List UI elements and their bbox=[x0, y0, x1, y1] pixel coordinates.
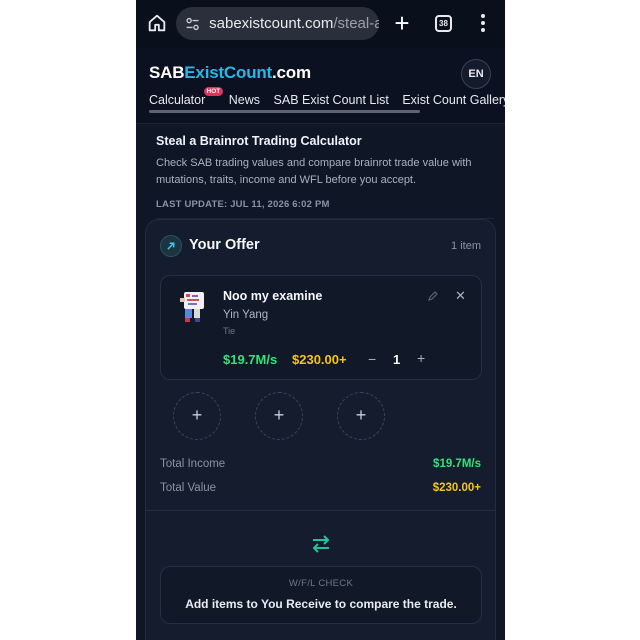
total-income-label: Total Income bbox=[160, 458, 226, 470]
your-offer-panel: Your Offer 1 item Noo my examine Yin Yan… bbox=[145, 219, 496, 640]
main-nav: Calculator HOT News SAB Exist Count List … bbox=[149, 87, 505, 107]
item-trait: Tie bbox=[223, 326, 236, 336]
divider bbox=[146, 510, 495, 511]
page-description: Check SAB trading values and compare bra… bbox=[156, 157, 472, 186]
site-logo[interactable]: SABExistCount.com bbox=[149, 63, 311, 83]
add-item-slot[interactable]: + bbox=[337, 392, 385, 440]
item-mutation: Yin Yang bbox=[223, 309, 269, 321]
logo-text-sab: SAB bbox=[149, 63, 185, 82]
item-income: $19.7M/s bbox=[223, 352, 278, 367]
nav-item-calculator[interactable]: Calculator HOT bbox=[149, 87, 224, 107]
add-item-slot[interactable]: + bbox=[255, 392, 303, 440]
phone-screen: sabexistcount.com/steal-a- + 38 SABExist… bbox=[136, 0, 505, 640]
url-host: sabexistcount.com bbox=[209, 15, 334, 32]
add-item-slot[interactable]: + bbox=[173, 392, 221, 440]
site-settings-icon[interactable] bbox=[184, 15, 201, 33]
item-name: Noo my examine bbox=[223, 289, 323, 303]
wfl-check-title: W/F/L CHECK bbox=[288, 578, 354, 589]
intro-section: Steal a Brainrot Trading Calculator Chec… bbox=[156, 134, 491, 210]
url-path: /steal-a- bbox=[333, 15, 379, 32]
nav-item-exist-count-list[interactable]: SAB Exist Count List bbox=[274, 93, 389, 107]
nav-scrollbar[interactable] bbox=[149, 110, 420, 113]
site-header: SABExistCount.com EN Calculator HOT News … bbox=[136, 48, 505, 124]
total-value-label: Total Value bbox=[160, 482, 217, 494]
offer-item-count: 1 item bbox=[451, 240, 481, 252]
total-income-value: $19.7M/s bbox=[433, 458, 481, 470]
home-icon[interactable] bbox=[146, 12, 168, 34]
item-quantity: 1 bbox=[393, 352, 401, 367]
nav-item-news[interactable]: News bbox=[229, 93, 260, 107]
total-value-value: $230.00+ bbox=[432, 482, 481, 494]
arrow-up-right-icon bbox=[160, 235, 182, 257]
url-text: sabexistcount.com/steal-a- bbox=[209, 15, 379, 32]
wfl-check-box: W/F/L CHECK Add items to You Receive to … bbox=[160, 566, 482, 624]
item-value: $230.00+ bbox=[292, 352, 347, 367]
hot-badge: HOT bbox=[203, 87, 224, 96]
remove-item-button[interactable]: ✕ bbox=[455, 288, 466, 304]
brainrot-character-image bbox=[180, 292, 204, 322]
offer-item-card: Noo my examine Yin Yang Tie ✕ $19.7M/s $… bbox=[160, 275, 482, 380]
new-tab-button[interactable]: + bbox=[392, 10, 412, 36]
page-title: Steal a Brainrot Trading Calculator bbox=[156, 134, 362, 148]
edit-icon[interactable] bbox=[427, 290, 439, 302]
nav-item-exist-count-gallery[interactable]: Exist Count Gallery bbox=[402, 93, 505, 107]
tab-switcher-button[interactable]: 38 bbox=[435, 15, 452, 32]
nav-item-label: Calculator bbox=[149, 93, 206, 107]
wfl-check-message: Add items to You Receive to compare the … bbox=[185, 597, 457, 611]
swap-arrows-icon bbox=[312, 535, 330, 553]
browser-menu-icon[interactable] bbox=[480, 14, 486, 34]
browser-toolbar: sabexistcount.com/steal-a- + 38 bbox=[136, 0, 505, 48]
last-update: LAST UPDATE: JUL 11, 2026 6:02 PM bbox=[156, 199, 330, 210]
logo-text-existcount: ExistCount bbox=[184, 63, 273, 82]
language-button[interactable]: EN bbox=[461, 59, 491, 89]
address-bar[interactable]: sabexistcount.com/steal-a- bbox=[176, 7, 379, 40]
offer-title: Your Offer bbox=[189, 237, 260, 253]
increase-quantity-button[interactable]: + bbox=[417, 350, 425, 366]
logo-text-com: .com bbox=[272, 63, 311, 82]
decrease-quantity-button[interactable]: − bbox=[368, 351, 376, 367]
